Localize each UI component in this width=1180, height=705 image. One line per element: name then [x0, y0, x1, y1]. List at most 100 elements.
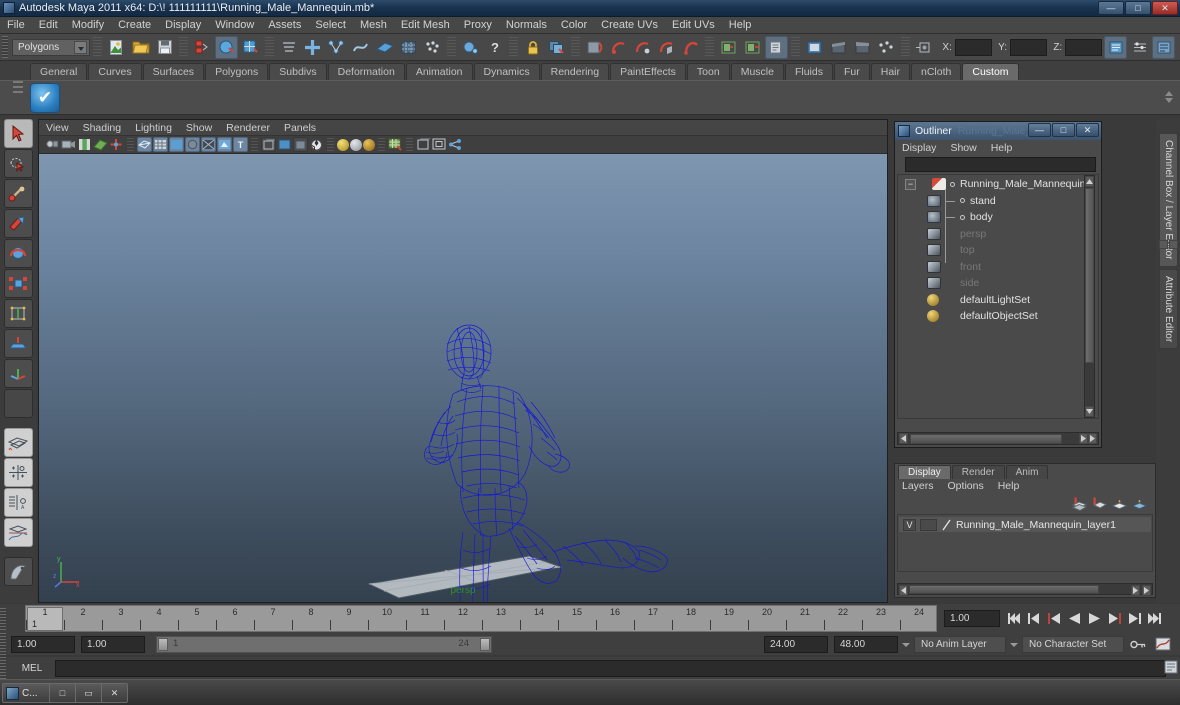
render-settings-icon[interactable] [631, 36, 654, 59]
go-to-end-button[interactable] [1146, 610, 1163, 627]
outliner-vertical-scrollbar[interactable] [1084, 175, 1095, 418]
move-tool[interactable] [3, 209, 33, 238]
menu-edit[interactable]: Edit [32, 17, 65, 34]
outliner-menu-help[interactable]: Help [984, 140, 1020, 156]
shelf-tab-deformation[interactable]: Deformation [327, 63, 405, 80]
shelf-tab-general[interactable]: General [30, 63, 88, 80]
go-to-start-button[interactable] [1006, 610, 1023, 627]
range-start-field[interactable]: 1.00 [11, 635, 75, 653]
soft-modification-tool[interactable] [3, 329, 33, 358]
snap-to-grid-plus-icon[interactable] [301, 36, 324, 59]
outliner-persp-layout-icon[interactable]: A [3, 488, 33, 517]
viewport-menu-lighting[interactable]: Lighting [128, 120, 179, 136]
anim-layer-dropdown[interactable]: No Anim Layer [914, 635, 1006, 653]
new-layer-icon[interactable] [1072, 497, 1087, 511]
range-right-handle[interactable] [480, 637, 490, 651]
select-camera-icon[interactable] [45, 137, 60, 152]
menu-create-uvs[interactable]: Create UVs [594, 17, 665, 34]
lasso-tool[interactable] [3, 149, 33, 178]
outliner-tree[interactable]: − Running_Male_Mannequin stand body pers… [897, 174, 1099, 419]
grid-toggle-icon[interactable] [388, 137, 403, 152]
outliner-item-persp[interactable]: persp [898, 226, 1098, 243]
film-icon[interactable] [851, 36, 874, 59]
scroll-down-arrow-icon[interactable] [1085, 406, 1094, 417]
script-editor-icon[interactable] [1164, 660, 1178, 674]
tab-attribute-editor[interactable]: Attribute Editor [1159, 268, 1178, 349]
outliner-close-button[interactable]: ✕ [1076, 123, 1099, 137]
ipr-in-icon[interactable] [717, 36, 740, 59]
shelf-tab-custom[interactable]: Custom [962, 63, 1019, 80]
play-forwards-button[interactable] [1086, 610, 1103, 627]
paint-selection-tool[interactable] [3, 179, 33, 208]
isolate-select-frame-icon[interactable] [432, 137, 447, 152]
animation-start-field[interactable]: 1.00 [81, 635, 145, 653]
coord-y-field[interactable] [1010, 38, 1048, 56]
scroll-right-arrow-icon[interactable] [1079, 433, 1088, 444]
menu-mesh[interactable]: Mesh [353, 17, 394, 34]
show-attribute-editor-icon[interactable] [1104, 35, 1128, 59]
rotate-tool[interactable] [3, 239, 33, 268]
help-question-icon[interactable]: ? [483, 36, 506, 59]
shadows-icon[interactable] [363, 138, 375, 151]
select-by-component-type-icon[interactable] [239, 36, 262, 59]
range-left-handle[interactable] [158, 637, 168, 651]
timeline-grip[interactable] [0, 607, 6, 630]
anim-layer-chevron-icon[interactable] [1008, 636, 1020, 653]
persp-graph-layout-icon[interactable] [3, 518, 33, 547]
scroll-left-arrow-icon[interactable] [899, 433, 908, 444]
shelf-tab-hair[interactable]: Hair [870, 63, 910, 80]
character-set-dropdown[interactable]: No Character Set [1022, 635, 1124, 653]
shelf-tab-muscle[interactable]: Muscle [730, 63, 784, 80]
minimize-button[interactable]: — [1098, 1, 1124, 15]
transform-handle-icon[interactable] [913, 36, 936, 59]
outliner-item-running-male-mannequin[interactable]: − Running_Male_Mannequin [898, 176, 1098, 193]
selection-mode-dropdown[interactable]: Polygons [12, 38, 91, 56]
shelf-button-check[interactable]: ✔ [30, 82, 60, 113]
taskbar-restore-button[interactable]: □ [49, 684, 75, 702]
layer-list[interactable]: V Running_Male_Mannequin_layer1 [897, 514, 1153, 572]
command-input[interactable] [55, 659, 1166, 677]
new-scene-icon[interactable] [105, 36, 128, 59]
hardware-texturing-icon[interactable] [201, 137, 216, 152]
outliner-item-body[interactable]: body [898, 209, 1098, 226]
smooth-shade-all-icon[interactable] [153, 137, 168, 152]
viewport-canvas[interactable]: persp y x z [39, 154, 887, 602]
move-layer-up-icon[interactable] [1112, 497, 1127, 511]
shelf-tab-curves[interactable]: Curves [88, 63, 142, 80]
layer-row[interactable]: V Running_Male_Mannequin_layer1 [899, 517, 1151, 532]
irr-render-icon[interactable] [607, 36, 630, 59]
outliner-maximize-button[interactable]: □ [1052, 123, 1075, 137]
animation-prefs-chevron-icon[interactable] [900, 636, 912, 653]
component-mask-icon[interactable] [277, 36, 300, 59]
maya-help-shortcut-icon[interactable] [3, 557, 33, 586]
view-cube-layout-icon[interactable] [3, 428, 33, 457]
shelf-options-handle[interactable] [10, 62, 26, 112]
menu-select[interactable]: Select [308, 17, 353, 34]
menu-color[interactable]: Color [554, 17, 594, 34]
shelf-tab-subdivs[interactable]: Subdivs [269, 63, 327, 80]
layer-playback-toggle[interactable] [920, 518, 937, 531]
move-layer-down-icon[interactable] [1132, 497, 1147, 511]
outliner-menu-display[interactable]: Display [895, 140, 943, 156]
snap-to-view-planes-icon[interactable] [397, 36, 420, 59]
ipr-out-icon[interactable] [741, 36, 764, 59]
text-display-icon[interactable]: T [233, 137, 248, 152]
layer-horizontal-scrollbar[interactable] [897, 583, 1153, 596]
layer-visibility-toggle[interactable]: V [903, 518, 916, 531]
outliner-search-field[interactable] [905, 157, 1096, 172]
layer-menu-options[interactable]: Options [941, 479, 991, 494]
scroll-right-end-arrow-icon[interactable] [1142, 584, 1151, 596]
command-line-grip[interactable] [0, 657, 6, 679]
outliner-item-top[interactable]: top [898, 242, 1098, 259]
command-language-label[interactable]: MEL [9, 663, 55, 674]
hardware-lighting-icon[interactable] [217, 137, 232, 152]
scale-tool[interactable] [3, 269, 33, 298]
universal-manipulator-tool[interactable] [3, 299, 33, 328]
playback-end-field[interactable]: 48.00 [834, 635, 898, 653]
last-tool-used[interactable] [3, 389, 33, 418]
outliner-item-front[interactable]: front [898, 259, 1098, 276]
scroll-left-arrow-icon[interactable] [899, 584, 908, 596]
viewport-menu-renderer[interactable]: Renderer [219, 120, 277, 136]
animation-preferences-icon[interactable] [1151, 633, 1174, 656]
particles-icon[interactable] [875, 36, 898, 59]
